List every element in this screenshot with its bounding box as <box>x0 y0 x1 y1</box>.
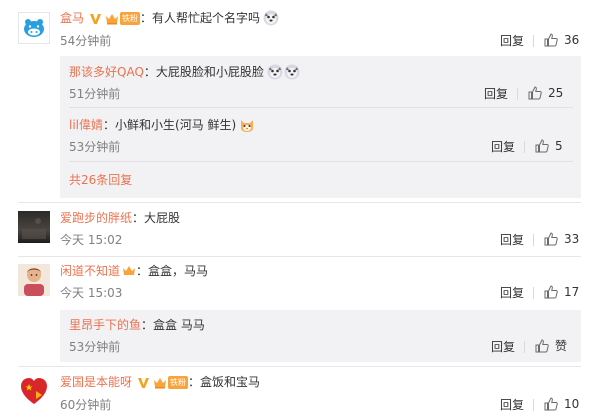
colon: ： <box>132 211 145 225</box>
crown-icon[interactable] <box>153 376 167 389</box>
doge-emoji-icon <box>284 64 300 80</box>
reply-button[interactable]: 回复 <box>484 86 508 102</box>
comment-text: 盒饭和宝马 <box>200 375 261 389</box>
reply-username[interactable]: 那该多好QAQ <box>69 64 144 80</box>
comment-text: 大屁股 <box>144 211 181 225</box>
comment-divider <box>18 202 581 203</box>
like-count: 36 <box>564 33 580 47</box>
colon: ： <box>143 65 156 79</box>
reply-button[interactable]: 回复 <box>491 339 515 355</box>
comment-time: 60分钟前 <box>60 398 112 412</box>
reply-divider <box>69 161 573 162</box>
colon: ： <box>136 264 149 278</box>
comment-line: 爱国是本能呀 铁粉 ： 盒饭和宝马 <box>60 374 260 390</box>
divider <box>524 341 525 353</box>
like-button[interactable]: 25 <box>528 85 563 101</box>
reply-time: 53分钟前 <box>69 140 121 154</box>
comment-time: 54分钟前 <box>60 34 112 48</box>
reply-text: 盒盒 马马 <box>153 318 205 332</box>
comment-username[interactable]: 爱国是本能呀 <box>60 374 132 390</box>
reply-button[interactable]: 回复 <box>500 33 524 49</box>
divider <box>533 287 534 299</box>
like-count: 33 <box>564 232 580 246</box>
like-count: 25 <box>548 86 564 100</box>
doge-emoji-icon <box>267 64 283 80</box>
reply-username[interactable]: 里昂手下的鱼 <box>69 317 141 333</box>
verified-v-icon[interactable] <box>137 376 150 389</box>
doge-emoji-icon <box>263 10 279 26</box>
avatar[interactable] <box>18 375 50 407</box>
like-button[interactable]: 33 <box>544 231 579 247</box>
comment-line: 爱跑步的胖纸 ： 大屁股 <box>60 210 180 226</box>
verified-v-icon[interactable] <box>89 12 102 25</box>
reply-text: 大屁股脸和小屁股脸 <box>155 65 264 79</box>
comment-line: 闲道不知道 ： 盒盒，马马 <box>60 263 208 279</box>
thumbs-up-icon <box>544 232 558 246</box>
colon: ： <box>140 11 153 25</box>
comment-divider <box>18 366 581 367</box>
reply-line: 里昂手下的鱼 ： 盒盒 马马 <box>69 317 205 333</box>
reply-username[interactable]: lil偉婧 <box>69 117 103 133</box>
comment-time: 今天 15:03 <box>60 286 123 300</box>
thumbs-up-icon <box>544 285 558 299</box>
comment-text: 有人帮忙起个名字吗 <box>152 11 261 25</box>
colon: ： <box>188 375 201 389</box>
thumbs-up-icon <box>528 86 542 100</box>
like-count: 赞 <box>555 339 568 353</box>
divider <box>524 141 525 153</box>
reply-divider <box>69 107 573 108</box>
member-level-icon[interactable] <box>122 265 136 277</box>
reply-button[interactable]: 回复 <box>500 285 524 301</box>
like-button[interactable]: 36 <box>544 32 579 48</box>
more-replies-link[interactable]: 共26条回复 <box>69 172 132 188</box>
thumbs-up-icon <box>544 397 558 411</box>
divider <box>517 88 518 100</box>
comment-text: 盒盒，马马 <box>148 264 209 278</box>
divider <box>533 35 534 47</box>
comment-divider <box>18 256 581 257</box>
crown-icon[interactable] <box>105 12 119 25</box>
avatar[interactable] <box>18 264 50 296</box>
like-count: 10 <box>564 397 580 411</box>
reply-line: lil偉婧 ： 小鲜和小生(河马 鲜生) <box>69 117 255 133</box>
avatar[interactable] <box>18 12 50 44</box>
like-button[interactable]: 17 <box>544 284 579 300</box>
reply-time: 53分钟前 <box>69 340 121 354</box>
cat-emoji-icon <box>239 117 255 133</box>
like-button[interactable]: 10 <box>544 396 579 412</box>
comment-username[interactable]: 闲道不知道 <box>60 263 120 279</box>
thumbs-up-icon <box>544 33 558 47</box>
comment-feed: 盒马 铁粉 ： 有人帮忙起个名字吗 54分钟前 回复 36 那该多好QAQ ： … <box>0 0 597 417</box>
thumbs-up-icon <box>535 139 549 153</box>
like-button[interactable]: 5 <box>535 138 563 154</box>
like-count: 17 <box>564 285 580 299</box>
comment-time: 今天 15:02 <box>60 233 123 247</box>
reply-button[interactable]: 回复 <box>491 139 515 155</box>
colon: ： <box>141 318 154 332</box>
comment-username[interactable]: 爱跑步的胖纸 <box>60 210 132 226</box>
comment-username[interactable]: 盒马 <box>60 10 84 26</box>
colon: ： <box>103 118 116 132</box>
fan-badge[interactable]: 铁粉 <box>120 11 141 25</box>
divider <box>533 399 534 411</box>
divider <box>533 234 534 246</box>
like-count: 5 <box>555 139 563 153</box>
reply-text: 小鲜和小生(河马 鲜生) <box>115 118 237 132</box>
hema-logo-icon <box>19 13 49 43</box>
reply-button[interactable]: 回复 <box>500 232 524 248</box>
avatar[interactable] <box>18 211 50 243</box>
reply-button[interactable]: 回复 <box>500 397 524 413</box>
reply-time: 51分钟前 <box>69 87 121 101</box>
comment-line: 盒马 铁粉 ： 有人帮忙起个名字吗 <box>60 10 279 26</box>
reply-line: 那该多好QAQ ： 大屁股脸和小屁股脸 <box>69 64 300 80</box>
like-button[interactable]: 赞 <box>535 338 567 354</box>
thumbs-up-icon <box>535 339 549 353</box>
fan-badge[interactable]: 铁粉 <box>168 375 189 389</box>
